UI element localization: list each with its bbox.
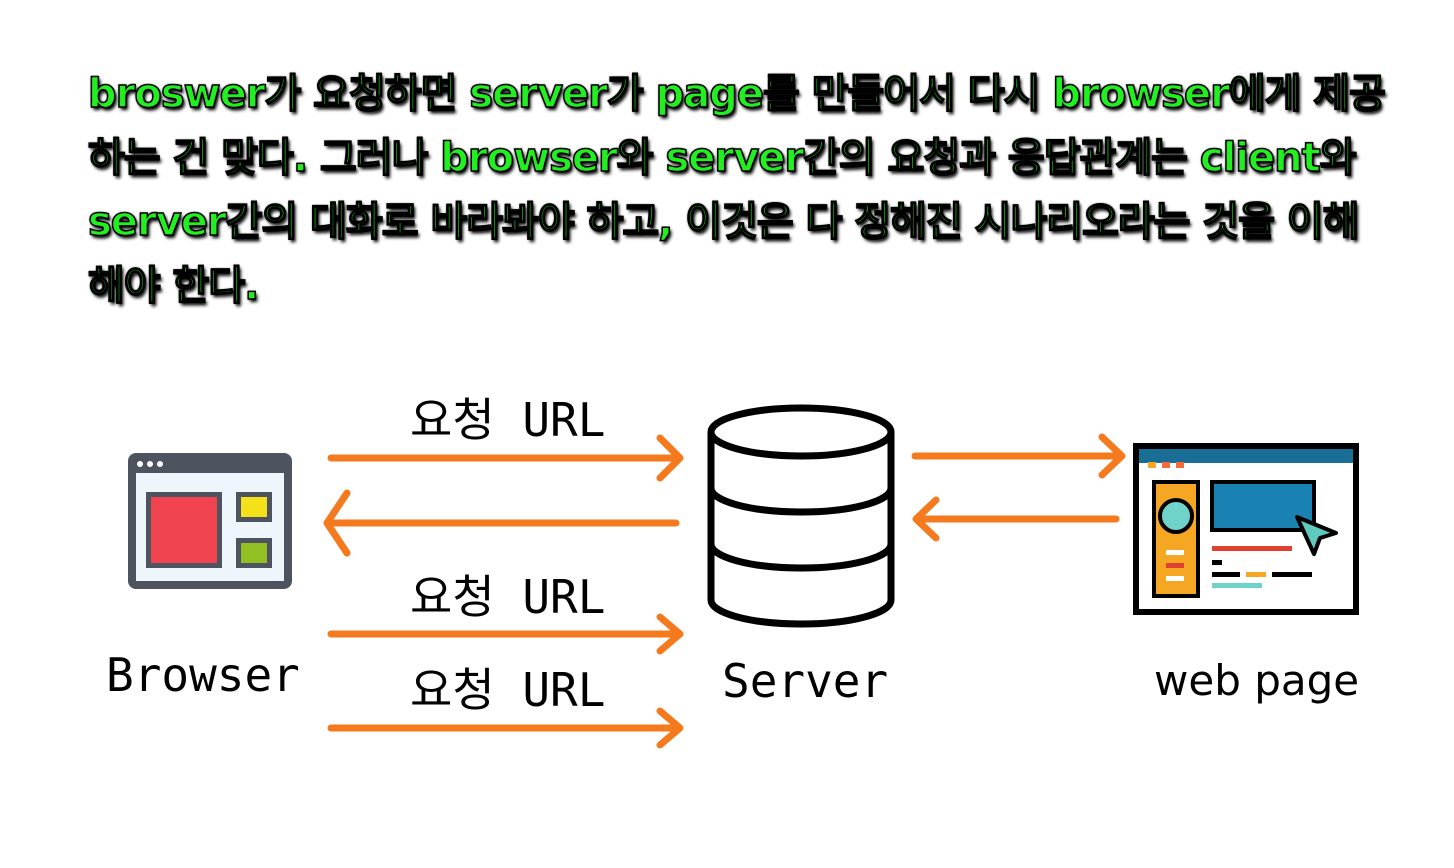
request-label-3: 요청 URL <box>410 663 606 717</box>
arrow-server-to-webpage <box>911 433 1126 479</box>
webpage-label: web page <box>1154 656 1360 705</box>
diagram-canvas <box>128 404 1359 749</box>
request-label-1: 요청 URL <box>410 393 606 447</box>
request-label-2: 요청 URL <box>410 570 606 624</box>
server-label: Server <box>722 654 889 708</box>
server-icon <box>707 404 895 628</box>
response-arrow-server-to-browser <box>323 489 680 557</box>
browser-label: Browser <box>106 648 300 702</box>
browser-icon <box>128 453 292 589</box>
arrow-webpage-to-server <box>912 496 1120 542</box>
webpage-icon <box>1133 443 1359 615</box>
